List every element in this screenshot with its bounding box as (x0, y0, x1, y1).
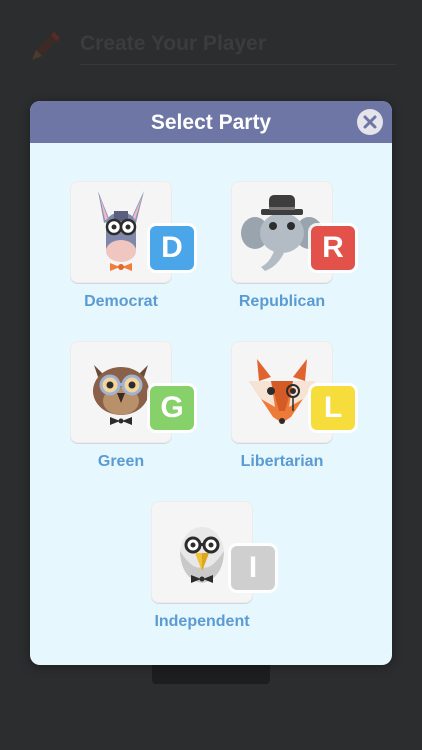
party-letter-badge: D (150, 226, 194, 270)
party-independent[interactable]: I Independent (131, 501, 275, 641)
party-label[interactable]: Independent (131, 613, 273, 631)
party-label[interactable]: Libertarian (211, 453, 353, 471)
party-letter-badge: G (150, 386, 194, 430)
party-green[interactable]: G Green (50, 341, 194, 481)
close-icon (363, 115, 377, 129)
modal-title: Select Party (150, 111, 272, 134)
pencil-icon (32, 32, 60, 60)
divider (80, 64, 396, 65)
party-democrat[interactable]: D Democrat (50, 181, 194, 321)
party-label[interactable]: Republican (211, 293, 353, 311)
close-button[interactable] (357, 109, 383, 135)
select-party-modal: Select Party D Democrat R Republican G G… (30, 101, 392, 665)
party-letter-badge: L (311, 386, 355, 430)
party-letter-badge: I (231, 546, 275, 590)
party-libertarian[interactable]: L Libertarian (211, 341, 355, 481)
background-title: Create Your Player (80, 32, 266, 55)
party-letter-badge: R (311, 226, 355, 270)
modal-header: Select Party (30, 101, 392, 143)
party-label[interactable]: Green (50, 453, 192, 471)
party-republican[interactable]: R Republican (211, 181, 355, 321)
party-label[interactable]: Democrat (50, 293, 192, 311)
background-header: Create Your Player (0, 0, 422, 90)
